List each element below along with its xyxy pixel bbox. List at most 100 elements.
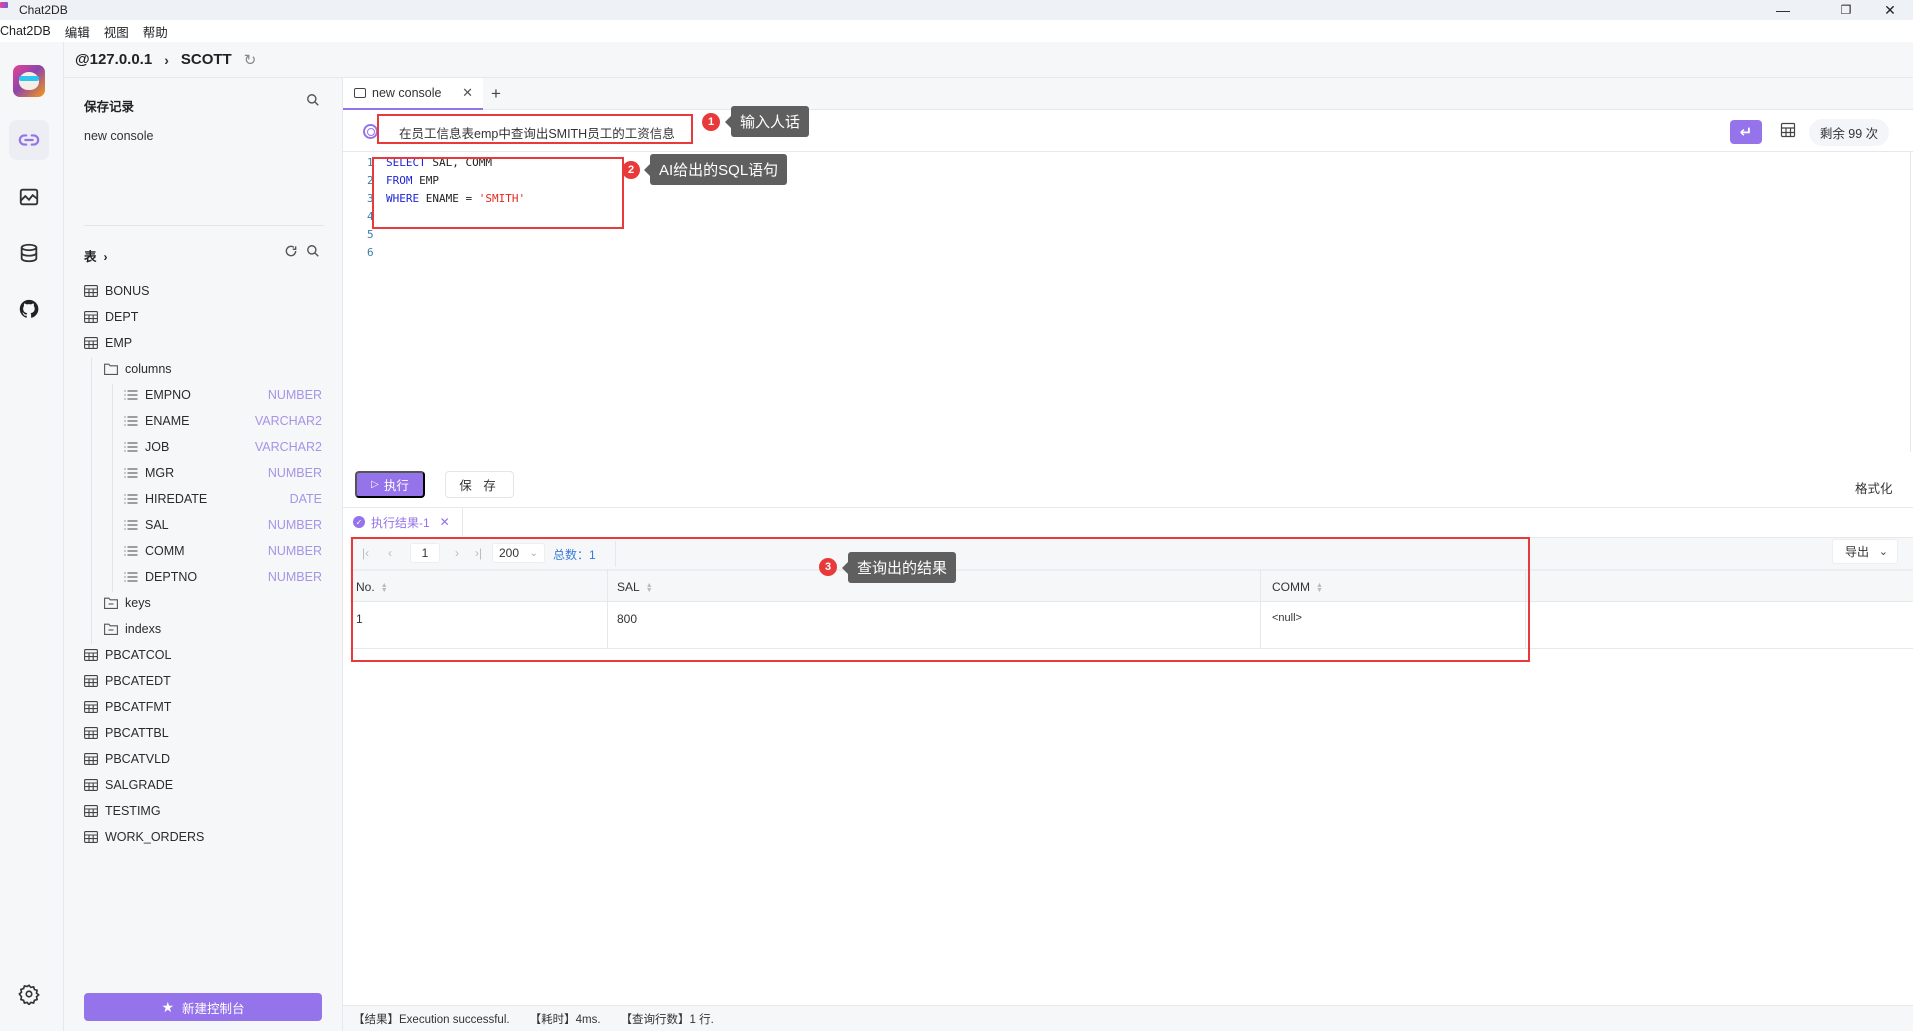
columns-folder[interactable]: columns (104, 358, 172, 380)
chart-icon (19, 188, 39, 206)
column-item[interactable]: JOB VARCHAR2 (124, 436, 322, 458)
result-tab[interactable]: ✓ 执行结果-1 ✕ (343, 508, 463, 536)
column-name: ENAME (145, 414, 190, 428)
app-logo (13, 65, 45, 97)
menu-help[interactable]: 帮助 (143, 22, 168, 41)
column-item[interactable]: HIREDATE DATE (124, 488, 322, 510)
column-type: VARCHAR2 (254, 440, 322, 454)
tree-guide (112, 384, 113, 592)
annotation-callout-1: 输入人话 (724, 106, 810, 137)
column-name: COMM (145, 544, 185, 558)
column-name: MGR (145, 466, 175, 480)
table-item[interactable]: DEPT (84, 306, 138, 328)
console-icon (354, 88, 366, 98)
folder-name: indexs (125, 622, 162, 636)
tables-title[interactable]: 表 › (84, 246, 107, 265)
indexs-folder[interactable]: indexs (104, 618, 161, 640)
table-item[interactable]: SALGRADE (84, 774, 173, 796)
tab-new-console[interactable]: new console ✕ (343, 78, 483, 110)
table-item[interactable]: PBCATTBL (84, 722, 169, 744)
minimize-button[interactable]: — (1760, 0, 1806, 20)
export-dropdown[interactable]: 导出 ⌄ (1832, 539, 1898, 564)
column-icon (124, 390, 138, 400)
table-item[interactable]: EMP (84, 332, 132, 354)
annotation-callout-2: AI给出的SQL语句 (643, 154, 788, 185)
column-item[interactable]: EMPNO NUMBER (124, 384, 322, 406)
submit-prompt-button[interactable]: ↵ (1730, 120, 1762, 144)
title-bar: Chat2DB — ❐ ✕ (0, 0, 1913, 20)
saved-item[interactable]: new console (84, 129, 154, 143)
column-type: NUMBER (267, 518, 322, 532)
table-icon (84, 675, 98, 687)
column-icon (124, 416, 138, 426)
column-item[interactable]: ENAME VARCHAR2 (124, 410, 322, 432)
result-tab-label: 执行结果-1 (371, 515, 430, 530)
table-item[interactable]: PBCATVLD (84, 748, 170, 770)
rail-database[interactable] (9, 233, 49, 273)
table-name: PBCATVLD (105, 752, 171, 766)
annotation-badge-2: 2 (622, 161, 640, 179)
add-tab-button[interactable]: + (491, 84, 501, 104)
column-item[interactable]: MGR NUMBER (124, 462, 322, 484)
menu-bar: Chat2DB 编辑 视图 帮助 (0, 20, 1913, 42)
close-tab-icon[interactable]: ✕ (462, 85, 473, 101)
keys-folder[interactable]: keys (104, 592, 151, 614)
menu-view[interactable]: 视图 (104, 22, 129, 41)
line-number: 5 (367, 228, 374, 241)
status-bar: 【结果】Execution successful. 【耗时】4ms. 【查询行数… (343, 1005, 1913, 1031)
sidebar-panel: 保存记录 new console 表 › BONUS DEPT EMP columns… (64, 78, 343, 1031)
table-item[interactable]: WORK_ORDERS (84, 826, 204, 848)
rail-github[interactable] (9, 289, 49, 329)
table-name: EMP (105, 336, 133, 350)
menu-chat2db[interactable]: Chat2DB (0, 24, 51, 38)
refresh-tables-icon[interactable] (284, 244, 298, 261)
column-item[interactable]: SAL NUMBER (124, 514, 322, 536)
breadcrumb: @127.0.0.1 › SCOTT ↻ (64, 42, 1913, 78)
editor-scrollbar[interactable] (1910, 152, 1911, 452)
database-icon (20, 243, 38, 263)
execute-label: 执行 (383, 479, 409, 493)
table-icon (84, 753, 98, 765)
column-item[interactable]: COMM NUMBER (124, 540, 322, 562)
execute-button[interactable]: ▷ 执行 (355, 471, 425, 498)
breadcrumb-database[interactable]: SCOTT (181, 51, 232, 68)
table-item[interactable]: BONUS (84, 280, 149, 302)
column-name: EMPNO (145, 388, 191, 402)
new-console-label: 新建控制台 (182, 1001, 245, 1016)
tree-guide (91, 358, 92, 644)
table-item[interactable]: PBCATEDT (84, 670, 171, 692)
table-item[interactable]: PBCATCOL (84, 644, 171, 666)
table-name: BONUS (105, 284, 150, 298)
format-button[interactable]: 格式化 (1855, 478, 1893, 497)
table-name: TESTIMG (105, 804, 161, 818)
table-icon (84, 337, 98, 349)
menu-edit[interactable]: 编辑 (65, 22, 90, 41)
search-icon[interactable] (306, 93, 320, 110)
search-tables-icon[interactable] (306, 244, 320, 261)
rail-dashboard[interactable] (9, 177, 49, 217)
settings-button[interactable] (9, 974, 49, 1014)
refresh-icon[interactable]: ↻ (244, 51, 257, 69)
breadcrumb-host[interactable]: @127.0.0.1 (75, 51, 152, 68)
table-icon (84, 727, 98, 739)
saved-records-title: 保存记录 (84, 100, 135, 114)
table-icon (84, 311, 98, 323)
table-select-button[interactable] (1780, 122, 1796, 138)
restore-button[interactable]: ❐ (1823, 0, 1869, 20)
table-icon (1780, 122, 1796, 138)
folder-icon (104, 597, 118, 609)
column-item[interactable]: DEPTNO NUMBER (124, 566, 322, 588)
save-button[interactable]: 保 存 (445, 471, 514, 498)
table-item[interactable]: TESTIMG (84, 800, 161, 822)
rail-connections[interactable] (9, 120, 49, 160)
close-result-icon[interactable]: ✕ (440, 515, 450, 529)
new-console-button[interactable]: ★ 新建控制台 (84, 993, 322, 1021)
table-item[interactable]: PBCATFMT (84, 696, 171, 718)
column-name: SAL (145, 518, 169, 532)
github-icon (19, 299, 39, 318)
annotation-badge-1: 1 (702, 113, 720, 131)
ai-icon (363, 124, 378, 139)
column-type: VARCHAR2 (254, 414, 322, 428)
export-label: 导出 (1845, 545, 1870, 559)
close-button[interactable]: ✕ (1867, 0, 1913, 20)
